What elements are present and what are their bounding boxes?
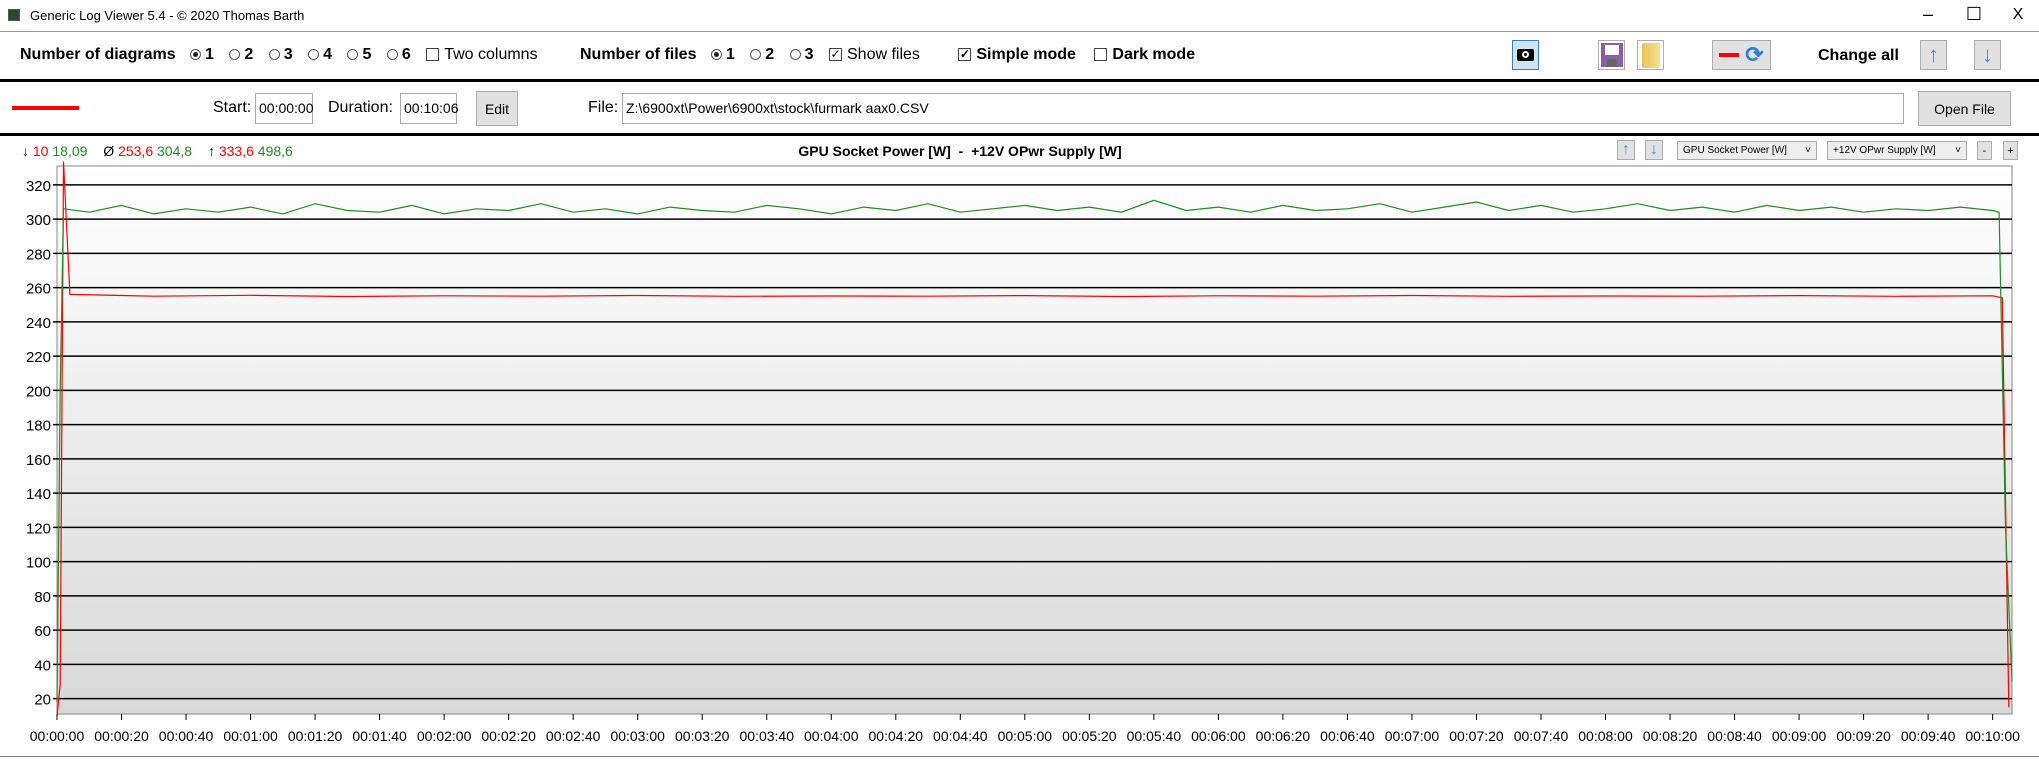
x-tick-label: 00:02:40 — [546, 728, 601, 744]
plot-area — [56, 165, 2013, 715]
y-tick-label: 220 — [26, 349, 51, 366]
x-tick-label: 00:04:00 — [804, 728, 859, 744]
y-tick-label: 120 — [26, 520, 51, 537]
x-tick-label: 00:08:20 — [1643, 728, 1698, 744]
x-tick-label: 00:03:20 — [675, 728, 730, 744]
y-tick-label: 300 — [26, 212, 51, 229]
x-tick-label: 00:00:00 — [30, 728, 85, 744]
x-tick-label: 00:09:40 — [1901, 728, 1956, 744]
x-tick-label: 00:06:20 — [1256, 728, 1311, 744]
y-tick-label: 140 — [26, 486, 51, 503]
y-tick-label: 40 — [34, 657, 51, 674]
x-tick-label: 00:07:40 — [1514, 728, 1569, 744]
x-tick-label: 00:09:00 — [1772, 728, 1827, 744]
y-tick-label: 240 — [26, 315, 51, 332]
y-tick-label: 60 — [34, 623, 51, 640]
x-tick-label: 00:02:00 — [417, 728, 472, 744]
x-tick-label: 00:03:00 — [610, 728, 665, 744]
x-tick-label: 00:01:00 — [223, 728, 278, 744]
x-tick-label: 00:05:20 — [1062, 728, 1117, 744]
x-tick-label: 00:03:40 — [739, 728, 794, 744]
y-tick-label: 20 — [34, 692, 51, 709]
y-tick-label: 180 — [26, 418, 51, 435]
y-tick-label: 160 — [26, 452, 51, 469]
x-tick-label: 00:05:40 — [1127, 728, 1182, 744]
x-tick-label: 00:00:40 — [159, 728, 214, 744]
x-tick-label: 00:08:40 — [1707, 728, 1762, 744]
x-tick-label: 00:10:00 — [1965, 728, 2020, 744]
y-tick-label: 100 — [26, 555, 51, 572]
y-tick-label: 320 — [26, 178, 51, 195]
window-border — [0, 756, 2039, 757]
x-tick-label: 00:04:40 — [933, 728, 988, 744]
x-tick-label: 00:09:20 — [1836, 728, 1891, 744]
x-tick-label: 00:08:00 — [1578, 728, 1633, 744]
x-tick-label: 00:07:00 — [1385, 728, 1440, 744]
x-tick-label: 00:00:20 — [94, 728, 149, 744]
x-tick-label: 00:02:20 — [481, 728, 536, 744]
x-tick-label: 00:06:40 — [1320, 728, 1375, 744]
x-tick-label: 00:05:00 — [998, 728, 1053, 744]
x-tick-label: 00:01:40 — [352, 728, 407, 744]
x-tick-label: 00:01:20 — [288, 728, 343, 744]
y-tick-label: 280 — [26, 246, 51, 263]
x-tick-label: 00:04:20 — [869, 728, 924, 744]
line-chart: 20 40 60 80 100 120 140 160 180 200 220 240 260 280 30… — [26, 161, 2020, 744]
y-tick-label: 200 — [26, 383, 51, 400]
y-tick-label: 260 — [26, 281, 51, 298]
y-tick-label: 80 — [34, 589, 51, 606]
x-tick-label: 00:06:00 — [1191, 728, 1246, 744]
x-tick-label: 00:07:20 — [1449, 728, 1504, 744]
